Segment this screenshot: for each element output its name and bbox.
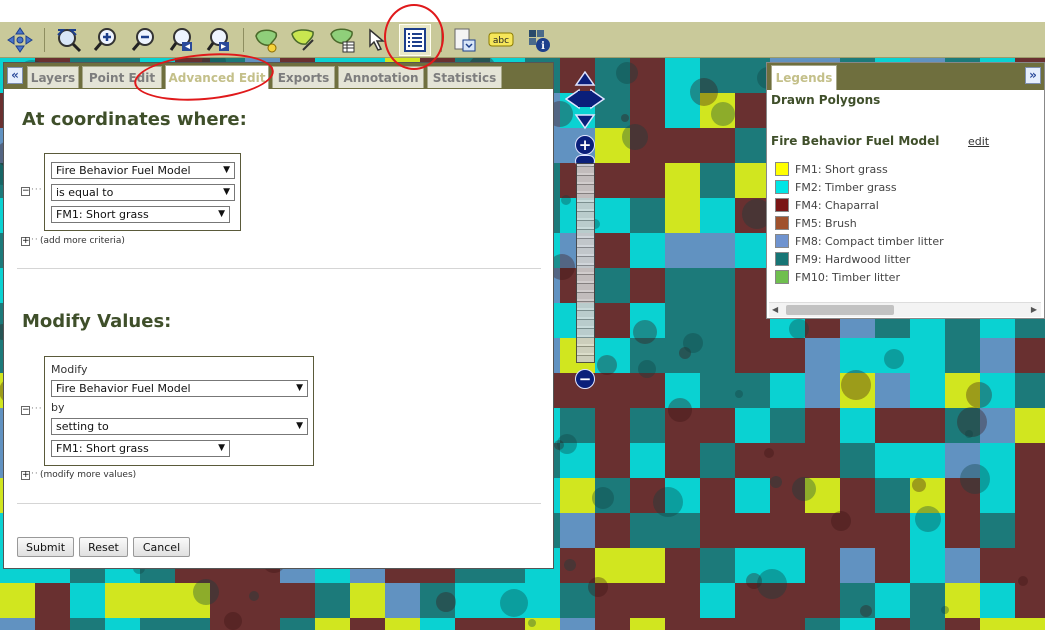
add-criteria-toggle[interactable]: + <box>21 237 30 246</box>
legend-layer-title: Fire Behavior Fuel Model <box>771 134 940 148</box>
legend-swatch <box>775 162 789 176</box>
submit-button[interactable]: Submit <box>17 537 74 557</box>
modify-value-value: FM1: Short grass <box>56 442 149 455</box>
toolbar: abc i <box>0 22 1045 58</box>
cancel-button[interactable]: Cancel <box>133 537 190 557</box>
advanced-edit-panel: « Layers Point Edit Advanced Edit Export… <box>3 62 554 569</box>
modify-method-select[interactable]: setting to ▼ <box>51 418 308 435</box>
pan-icon[interactable] <box>4 24 36 56</box>
legend-item-label: FM10: Timber litter <box>795 270 900 284</box>
collapse-panel-button[interactable]: « <box>7 67 23 84</box>
dropdown-arrow-icon: ▼ <box>218 443 225 453</box>
legend-item-label: FM1: Short grass <box>795 162 888 176</box>
criteria-box: Fire Behavior Fuel Model ▼ is equal to ▼ F… <box>44 153 241 231</box>
legend-item-label: FM4: Chaparral <box>795 198 879 212</box>
zoom-next-icon[interactable] <box>203 24 235 56</box>
scroll-thumb[interactable] <box>786 305 894 315</box>
modify-box: Modify Fire Behavior Fuel Model ▼ by sett… <box>44 356 314 466</box>
legend-horizontal-scrollbar[interactable]: ◀ ▶ <box>769 302 1041 317</box>
svg-text:i: i <box>541 41 545 52</box>
zoom-out-button[interactable]: − <box>575 369 595 389</box>
criteria-operator-value: is equal to <box>56 186 114 199</box>
zoom-extent-icon[interactable] <box>52 24 84 56</box>
collapse-modify-toggle[interactable]: − <box>21 406 30 415</box>
legend-item: FM9: Hardwood litter <box>775 251 910 267</box>
legend-swatch <box>775 198 789 212</box>
legend-item: FM1: Short grass <box>775 161 888 177</box>
tab-annotation[interactable]: Annotation <box>338 66 424 88</box>
reset-button[interactable]: Reset <box>79 537 128 557</box>
dropdown-arrow-icon: ▼ <box>296 383 303 393</box>
modify-field-select[interactable]: Fire Behavior Fuel Model ▼ <box>51 380 308 397</box>
zoom-slider-track[interactable] <box>576 163 595 363</box>
legend-swatch <box>775 270 789 284</box>
expand-legend-button[interactable]: » <box>1025 67 1041 84</box>
zoom-out-icon[interactable] <box>128 24 160 56</box>
legend-swatch <box>775 180 789 194</box>
legend-item-label: FM5: Brush <box>795 216 857 230</box>
legend-item: FM2: Timber grass <box>775 179 897 195</box>
legend-swatch <box>775 234 789 248</box>
scroll-right-icon[interactable]: ▶ <box>1031 305 1037 314</box>
label-icon[interactable]: abc <box>485 24 517 56</box>
modify-value-select[interactable]: FM1: Short grass ▼ <box>51 440 230 457</box>
tab-legends[interactable]: Legends <box>771 65 837 90</box>
collapse-criteria-toggle[interactable]: − <box>21 187 30 196</box>
criteria-operator-select[interactable]: is equal to ▼ <box>51 184 235 201</box>
modify-label: Modify <box>51 363 88 376</box>
legend-edit-link[interactable]: edit <box>968 135 989 148</box>
legend-swatch <box>775 216 789 230</box>
legend-item: FM10: Timber litter <box>775 269 900 285</box>
select-arrow-icon[interactable] <box>362 24 394 56</box>
modify-title: Modify Values: <box>22 311 172 332</box>
section-divider <box>17 503 541 504</box>
legend-panel: Legends » Drawn Polygons Fire Behavior F… <box>766 62 1045 319</box>
legend-item-label: FM9: Hardwood litter <box>795 252 911 266</box>
attribute-table-icon[interactable] <box>399 24 431 56</box>
svg-text:abc: abc <box>493 36 509 46</box>
drawn-polygons-heading: Drawn Polygons <box>771 93 881 107</box>
tab-advanced-edit[interactable]: Advanced Edit <box>165 65 269 89</box>
dropdown-arrow-icon: ▼ <box>223 187 230 197</box>
add-modify-toggle[interactable]: + <box>21 471 30 480</box>
tab-point-edit[interactable]: Point Edit <box>82 66 162 88</box>
scroll-left-icon[interactable]: ◀ <box>772 305 778 314</box>
tab-exports[interactable]: Exports <box>272 66 335 88</box>
zoom-in-icon[interactable] <box>90 24 122 56</box>
legend-item: FM5: Brush <box>775 215 857 231</box>
edit-polygon-icon[interactable] <box>287 24 319 56</box>
modify-field-value: Fire Behavior Fuel Model <box>56 382 191 395</box>
legend-item: FM4: Chaparral <box>775 197 879 213</box>
criteria-title: At coordinates where: <box>22 109 247 130</box>
criteria-value-value: FM1: Short grass <box>56 208 149 221</box>
legend-swatch <box>775 252 789 266</box>
by-label: by <box>51 401 65 414</box>
export-icon[interactable] <box>448 24 480 56</box>
dropdown-arrow-icon: ▼ <box>218 209 225 219</box>
criteria-field-select[interactable]: Fire Behavior Fuel Model ▼ <box>51 162 235 179</box>
polygon-table-icon[interactable] <box>326 24 358 56</box>
legend-item-label: FM2: Timber grass <box>795 180 897 194</box>
tab-statistics[interactable]: Statistics <box>427 66 502 88</box>
section-divider <box>17 268 541 269</box>
modify-more-values-link[interactable]: (modify more values) <box>40 470 136 480</box>
criteria-field-value: Fire Behavior Fuel Model <box>56 164 191 177</box>
legend-item-label: FM8: Compact timber litter <box>795 234 944 248</box>
identify-icon[interactable]: i <box>522 24 554 56</box>
panel-tab-bar: « Layers Point Edit Advanced Edit Export… <box>4 63 553 89</box>
pan-arrows-icon[interactable] <box>565 71 605 131</box>
map-navigation-control: + − <box>565 71 605 391</box>
tab-layers[interactable]: Layers <box>27 66 79 88</box>
dropdown-arrow-icon: ▼ <box>296 421 303 431</box>
criteria-value-select[interactable]: FM1: Short grass ▼ <box>51 206 230 223</box>
legend-item: FM8: Compact timber litter <box>775 233 944 249</box>
zoom-previous-icon[interactable] <box>166 24 198 56</box>
modify-method-value: setting to <box>56 420 109 433</box>
legend-tab-bar: Legends » <box>767 63 1044 90</box>
zoom-in-button[interactable]: + <box>575 135 595 155</box>
draw-polygon-icon[interactable] <box>250 24 282 56</box>
dropdown-arrow-icon: ▼ <box>223 165 230 175</box>
add-more-criteria-link[interactable]: (add more criteria) <box>40 236 125 246</box>
